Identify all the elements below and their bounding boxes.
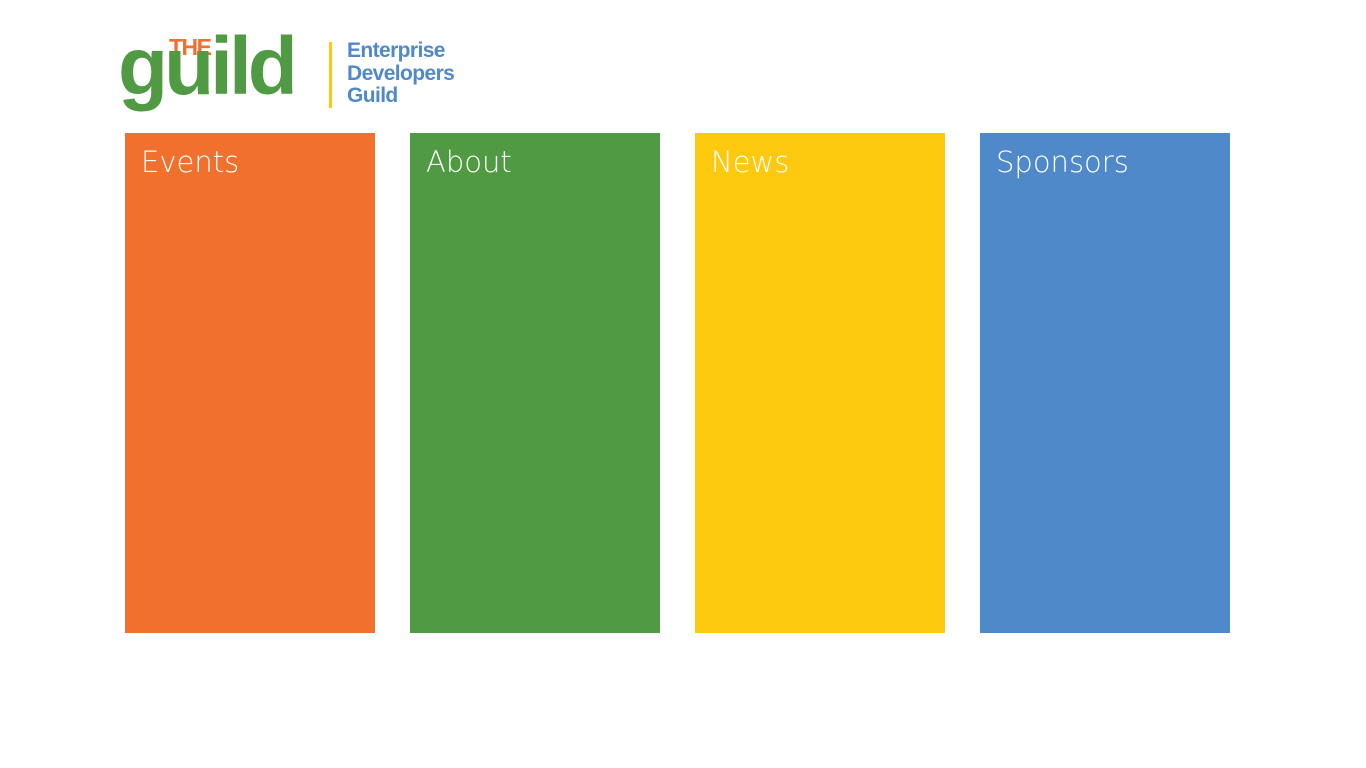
tile-label: About (426, 145, 512, 179)
tile-events[interactable]: Events (125, 133, 375, 633)
logo-tagline-line: Enterprise (347, 39, 445, 62)
logo-tagline-line: Guild (347, 84, 398, 107)
guild-logo: THE guild Enterprise Developers Guild (118, 26, 478, 126)
tile-about[interactable]: About (410, 133, 660, 633)
logo-guild-text: guild (118, 21, 298, 112)
start-page: THE guild Enterprise Developers Guild Ev… (0, 0, 1366, 768)
logo-tagline: Enterprise Developers Guild (347, 39, 455, 108)
tile-label: News (711, 145, 790, 179)
tile-label: Sponsors (996, 145, 1129, 179)
tile-label: Events (141, 145, 240, 179)
tile-grid: Events About News Sponsors (125, 133, 1230, 633)
logo-divider (329, 42, 332, 108)
tile-sponsors[interactable]: Sponsors (980, 133, 1230, 633)
logo-tagline-line: Developers (347, 61, 455, 85)
tile-news[interactable]: News (695, 133, 945, 633)
